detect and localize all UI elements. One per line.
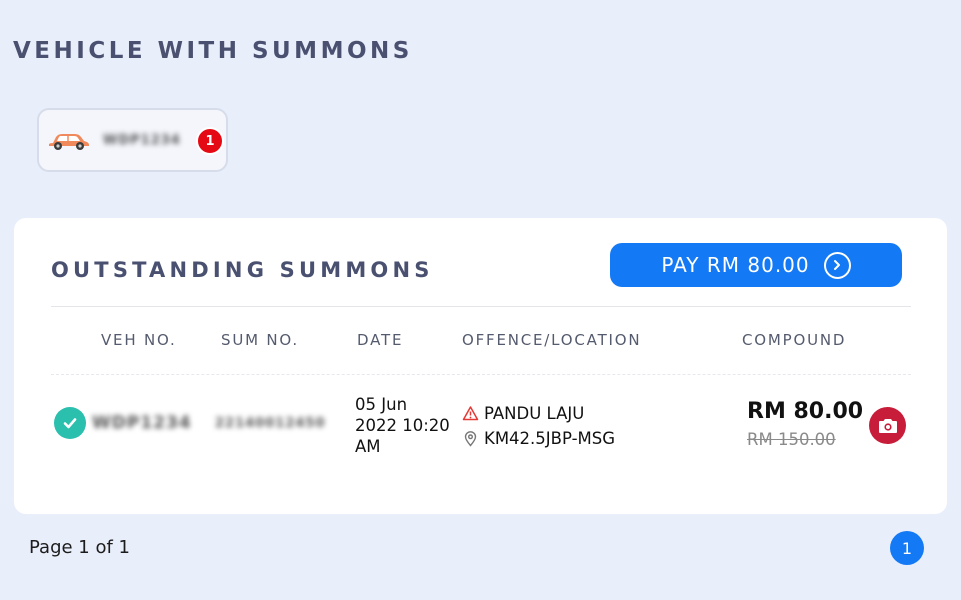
vehicle-number: WDP1234: [92, 413, 192, 433]
summons-date: 05 Jun 2022 10:20 AM: [355, 394, 455, 457]
car-icon: [49, 134, 89, 150]
date-line: AM: [355, 437, 381, 456]
column-header-veh-no: VEH NO.: [101, 331, 177, 349]
offence-line: PANDU LAJU: [462, 401, 615, 426]
location-line: KM42.5JBP-MSG: [462, 426, 615, 451]
date-line: 2022 10:20: [355, 416, 450, 435]
column-header-offence-location: OFFENCE/LOCATION: [462, 331, 642, 349]
row-divider: [51, 374, 911, 375]
column-header-sum-no: SUM NO.: [221, 331, 299, 349]
column-header-date: DATE: [357, 331, 404, 349]
vehicle-chip[interactable]: WDP1234 1: [37, 108, 228, 172]
header-divider: [51, 306, 911, 307]
camera-icon: [878, 419, 897, 433]
summons-number: 22140012450: [215, 416, 326, 431]
location-name: KM42.5JBP-MSG: [484, 429, 616, 448]
offence-name: PANDU LAJU: [484, 404, 585, 423]
date-line: 05 Jun: [355, 395, 408, 414]
original-compound-amount: RM 150.00: [747, 430, 836, 449]
vehicle-plate: WDP1234: [103, 132, 181, 148]
page-title: VEHICLE WITH SUMMONS: [13, 38, 413, 64]
check-circle-icon: [54, 407, 86, 439]
offence-location: PANDU LAJU KM42.5JBP-MSG: [462, 401, 615, 451]
column-header-compound: COMPOUND: [742, 331, 847, 349]
summons-count-badge: 1: [196, 127, 224, 155]
location-pin-icon: [464, 431, 477, 447]
outstanding-summons-card: OUTSTANDING SUMMONS PAY RM 80.00 VEH NO.…: [14, 218, 947, 514]
card-title: OUTSTANDING SUMMONS: [51, 258, 434, 282]
warning-icon: [462, 406, 479, 421]
page: VEHICLE WITH SUMMONS WDP1234 1 OUTSTANDI…: [0, 0, 961, 600]
pay-button[interactable]: PAY RM 80.00: [610, 243, 902, 287]
camera-button[interactable]: [869, 407, 906, 444]
pay-button-label: PAY RM 80.00: [661, 253, 810, 277]
pagination-label: Page 1 of 1: [29, 537, 130, 558]
page-button-1[interactable]: 1: [890, 531, 924, 565]
chevron-right-icon: [823, 251, 851, 279]
compound-amount: RM 80.00: [747, 399, 864, 424]
